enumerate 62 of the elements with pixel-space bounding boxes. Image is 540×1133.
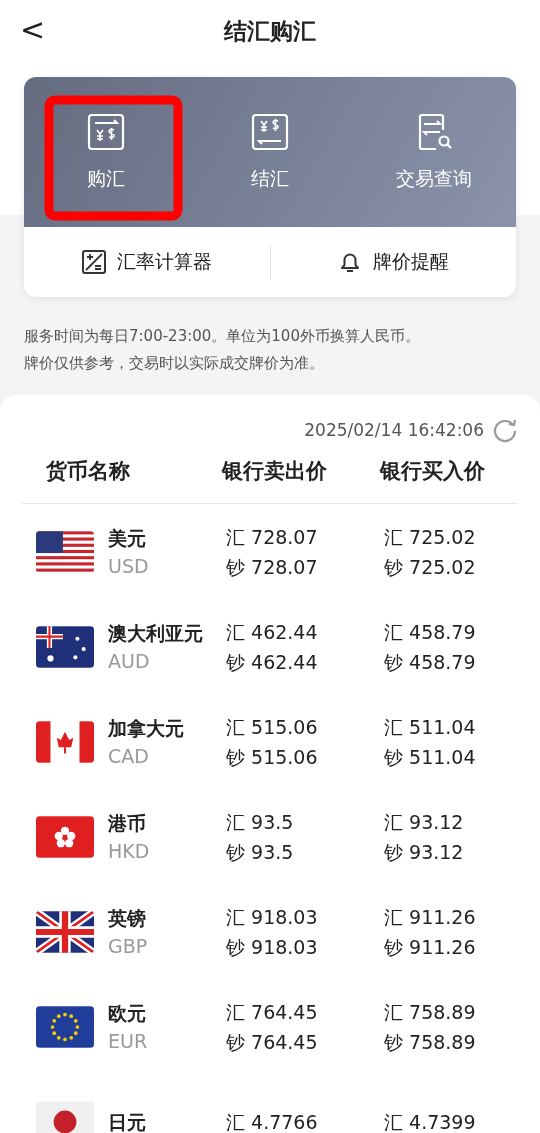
sell-price: 钞 918.03 [226,934,319,960]
buy-price: 汇 93.12 [384,809,465,835]
flag-icon [36,530,94,573]
currency-name: 美元 [108,525,147,551]
currency-code: EUR [108,1028,148,1054]
refresh-icon[interactable] [492,417,518,443]
sell-price: 汇 728.07 [226,524,319,550]
sell-price: 钞 728.07 [226,554,319,580]
buy-price: 汇 4.7399 [384,1109,477,1133]
buy-price: 钞 758.89 [384,1029,477,1055]
currency-code: AUD [108,648,151,674]
currency-name: 欧元 [108,1000,147,1026]
sell-price: 钞 515.06 [226,744,319,770]
currency-name: 加拿大元 [108,715,184,741]
buy-price: 汇 725.02 [384,524,477,550]
exchange-icon [86,112,126,152]
sell-price: 钞 764.45 [226,1029,319,1055]
currency-name: 港币 [108,810,147,836]
buy-price: 汇 458.79 [384,619,477,645]
currency-code: HKD [108,838,150,864]
sell-price: 钞 93.5 [226,839,295,865]
sell-price: 汇 93.5 [226,809,295,835]
tool-button[interactable]: 汇率计算器 [24,248,270,276]
tool-button[interactable]: 牌价提醒 [270,248,516,276]
currency-name: 英镑 [108,905,147,931]
sell-price: 汇 4.7766 [226,1109,319,1133]
flag-icon [36,1005,94,1048]
flag-icon [36,1100,94,1133]
buy-price: 钞 725.02 [384,554,477,580]
currency-name: 澳大利亚元 [108,620,203,646]
currency-code: CAD [108,743,150,769]
sell-price: 汇 918.03 [226,904,319,930]
column-header: 货币名称 [45,458,131,485]
sell-price: 汇 462.44 [226,619,319,645]
buy-price: 钞 93.12 [384,839,465,865]
exchange-icon [250,112,290,152]
buy-price: 钞 511.04 [384,744,477,770]
column-header: 银行卖出价 [222,458,328,485]
notice-text: 服务时间为每日7:00-23:00。单位为100外币换算人民币。 [24,326,421,347]
action-button[interactable]: 购汇 [24,77,188,227]
sell-price: 汇 515.06 [226,714,319,740]
buy-price: 汇 758.89 [384,999,477,1025]
currency-name: 日元 [108,1109,146,1133]
currency-code: GBP [108,933,148,959]
flag-icon [36,625,94,668]
sell-price: 汇 764.45 [226,999,319,1025]
flag-icon [36,815,94,858]
currency-code: USD [108,553,149,579]
page-title: 结汇购汇 [224,16,316,46]
action-button[interactable]: 结汇 [188,77,352,227]
buy-price: 钞 458.79 [384,649,477,675]
buy-price: 汇 511.04 [384,714,477,740]
calculator-icon [81,249,108,275]
buy-price: 汇 911.26 [384,904,477,930]
sell-price: 钞 462.44 [226,649,319,675]
column-header: 银行买入价 [380,458,486,485]
flag-icon [36,720,94,763]
buy-price: 钞 911.26 [384,934,477,960]
update-time: 2025/02/14 16:42:06 [304,420,484,440]
notice-text: 牌价仅供参考，交易时以实际成交牌价为准。 [24,353,325,374]
flag-icon [36,910,94,953]
back-button[interactable]: < [16,12,50,47]
